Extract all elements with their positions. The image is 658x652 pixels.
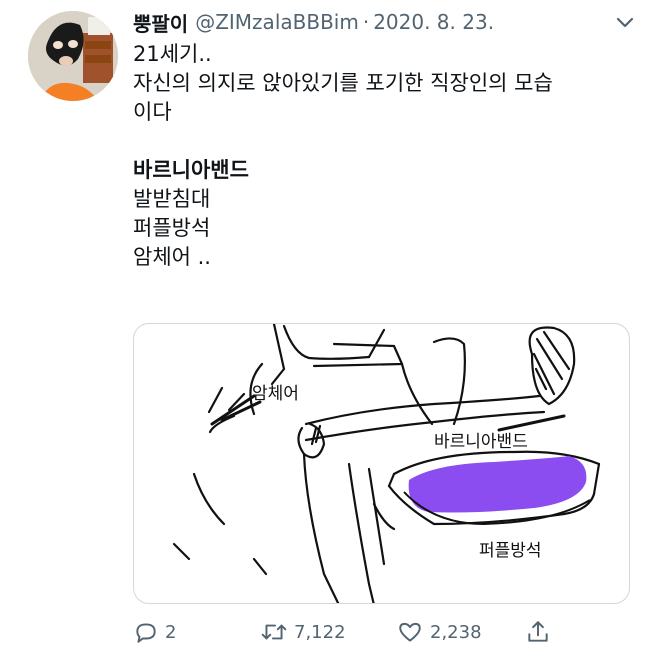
retweet-icon	[261, 624, 287, 640]
avatar-image	[28, 11, 118, 101]
reply-button[interactable]: 2	[133, 614, 176, 650]
tweet-header: 뿡팔이 @ZIMzalaBBBim · 2020. 8. 23.	[133, 6, 603, 38]
share-icon	[528, 621, 548, 642]
display-name[interactable]: 뿡팔이	[133, 8, 188, 37]
like-icon	[399, 622, 421, 642]
user-handle[interactable]: @ZIMzalaBBBim	[195, 10, 359, 34]
tweet-line: 자신의 의지로 앉아있기를 포기한 직장인의 모습	[133, 71, 553, 95]
tweet-line: 이다	[133, 100, 172, 124]
tweet-line: 암체어 ..	[133, 245, 211, 269]
armchair-label: 암체어	[252, 384, 299, 404]
retweet-button[interactable]: 7,122	[260, 614, 346, 650]
tweet-line-heading: 바르니아밴드	[133, 158, 249, 182]
tweet-line: 퍼플방석	[133, 216, 211, 240]
reply-count: 2	[165, 621, 177, 643]
tweet-actions: 2 7,122 2,238	[133, 614, 653, 650]
avatar[interactable]	[28, 11, 118, 101]
header-separator: ·	[362, 10, 370, 34]
chair-drawing	[172, 324, 601, 603]
tweet-text: 21세기.. 자신의 의지로 앉아있기를 포기한 직장인의 모습 이다 바르니아…	[133, 40, 638, 272]
media-image[interactable]: 암체어 바르니아밴드 퍼플방석	[133, 323, 630, 604]
band-label: 바르니아밴드	[434, 432, 528, 452]
retweet-count: 7,122	[294, 621, 346, 643]
tweet-line: 발받침대	[133, 187, 211, 211]
tweet-date[interactable]: 2020. 8. 23.	[373, 10, 494, 34]
like-count: 2,238	[430, 621, 482, 643]
more-chevron-icon[interactable]	[613, 10, 637, 34]
purple-cushion	[408, 456, 587, 513]
reply-icon	[136, 623, 156, 643]
tweet-line: 21세기..	[133, 42, 212, 66]
cushion-label: 퍼플방석	[479, 541, 542, 561]
like-button[interactable]: 2,238	[396, 614, 482, 650]
share-button[interactable]	[525, 614, 557, 650]
